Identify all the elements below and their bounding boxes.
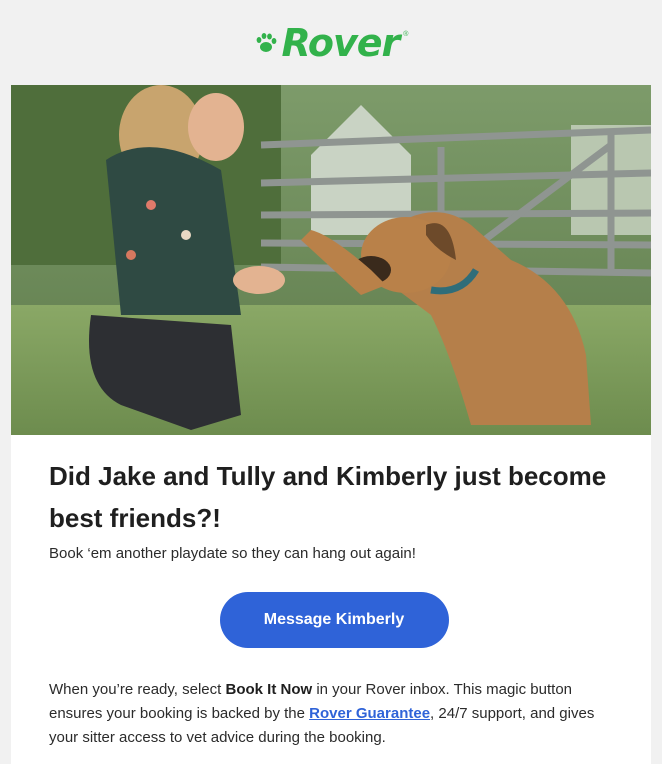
message-kimberly-button[interactable]: Message Kimberly <box>219 592 449 648</box>
body-text-1: When you’re ready, select <box>49 681 226 698</box>
book-it-now-text: Book It Now <box>225 681 313 698</box>
subheadline: Book ‘em another playdate so they can ha… <box>49 545 416 562</box>
headline: Did Jake and Tully and Kimberly just bec… <box>49 461 607 533</box>
logo-wordmark: Rover <box>281 20 401 65</box>
email-header: Rover ® <box>0 0 662 85</box>
rover-guarantee-link[interactable]: Rover Guarantee <box>309 705 430 722</box>
rover-logo[interactable]: Rover ® <box>254 20 409 65</box>
hero-image <box>11 85 651 435</box>
email-card: Did Jake and Tully and Kimberly just bec… <box>11 85 651 764</box>
paw-icon <box>256 32 276 52</box>
cta-container: Message Kimberly <box>49 592 619 648</box>
body-paragraph: When you’re ready, select Book It Now in… <box>49 678 619 750</box>
message-content: Did Jake and Tully and Kimberly just bec… <box>49 455 619 750</box>
registered-mark: ® <box>403 30 409 38</box>
